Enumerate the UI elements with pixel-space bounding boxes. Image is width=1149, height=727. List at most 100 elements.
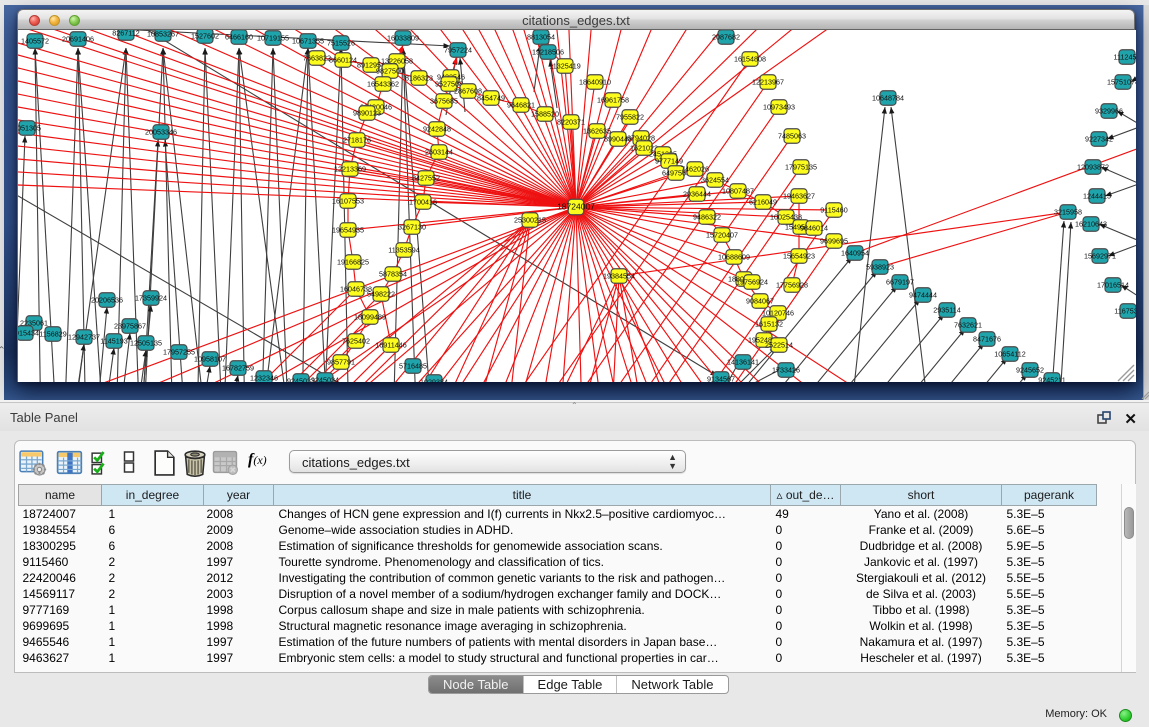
svg-text:16154808: 16154808 (734, 55, 766, 64)
svg-text:10807487: 10807487 (722, 187, 754, 196)
svg-text:1232346: 1232346 (250, 374, 278, 382)
svg-text:2087682: 2087682 (712, 33, 740, 42)
svg-text:3267130: 3267130 (398, 223, 426, 232)
svg-text:1112456: 1112456 (1114, 53, 1136, 62)
svg-text:18640910: 18640910 (579, 78, 611, 87)
svg-text:9084067: 9084067 (746, 297, 774, 306)
svg-text:11325419: 11325419 (549, 62, 580, 71)
svg-text:15751074: 15751074 (1107, 78, 1136, 87)
svg-text:14136141: 14136141 (727, 358, 759, 367)
svg-text:1700416: 1700416 (409, 198, 437, 207)
svg-text:5938923: 5938923 (866, 263, 894, 272)
svg-text:1405572: 1405572 (21, 37, 49, 46)
svg-text:23975867: 23975867 (114, 322, 146, 331)
svg-text:12093872: 12093872 (1077, 163, 1109, 172)
svg-text:3215958: 3215958 (1054, 208, 1082, 217)
svg-text:1527602: 1527602 (191, 32, 219, 41)
svg-text:8471676: 8471676 (973, 335, 1001, 344)
svg-text:8813054: 8813054 (527, 33, 555, 42)
svg-text:16543362: 16543362 (367, 80, 399, 89)
svg-text:6216049: 6216049 (749, 198, 777, 207)
svg-text:25300215: 25300215 (514, 216, 546, 225)
svg-text:16033809: 16033809 (387, 34, 419, 43)
svg-text:10973493: 10973493 (763, 103, 795, 112)
svg-text:20691406: 20691406 (62, 35, 94, 44)
svg-text:10671355: 10671355 (292, 37, 324, 46)
svg-text:9827500: 9827500 (376, 67, 404, 76)
svg-text:16210643: 16210643 (1075, 220, 1107, 229)
svg-text:8454749: 8454749 (477, 94, 505, 103)
svg-text:19654935: 19654935 (332, 226, 364, 235)
svg-text:11353594: 11353594 (388, 246, 419, 255)
svg-text:10719155: 10719155 (257, 34, 289, 43)
svg-text:9242848: 9242848 (423, 125, 451, 134)
svg-text:2051305: 2051305 (18, 124, 41, 133)
svg-text:19756924: 19756924 (736, 278, 768, 287)
svg-text:20206536: 20206536 (91, 296, 123, 305)
svg-text:16961758: 16961758 (597, 96, 629, 105)
svg-text:9245652: 9245652 (1016, 366, 1044, 375)
svg-text:9857791: 9857791 (327, 358, 355, 367)
svg-text:12942737: 12942737 (68, 333, 100, 342)
svg-text:15720407: 15720407 (706, 231, 738, 240)
svg-text:17957255: 17957255 (163, 348, 195, 357)
svg-text:10853267: 10853267 (147, 30, 179, 39)
svg-text:8267112: 8267112 (112, 30, 139, 38)
svg-text:7625402: 7625402 (342, 337, 370, 346)
svg-text:8186323: 8186323 (405, 74, 433, 83)
svg-text:17016514: 17016514 (1097, 281, 1129, 290)
svg-text:5498222: 5498222 (367, 290, 395, 299)
svg-text:17359924: 17359924 (135, 294, 167, 303)
svg-text:1588520: 1588520 (531, 110, 559, 119)
svg-text:19166825: 19166825 (337, 258, 369, 267)
svg-text:8427552: 8427552 (412, 174, 440, 183)
svg-text:1167535: 1167535 (1114, 307, 1136, 316)
svg-text:7462026: 7462026 (681, 165, 709, 174)
svg-text:1733426: 1733426 (772, 366, 800, 375)
svg-text:12505135: 12505135 (130, 339, 162, 348)
svg-text:6679197: 6679197 (886, 278, 914, 287)
svg-text:18099489: 18099489 (354, 313, 386, 322)
svg-text:7515526: 7515526 (327, 39, 355, 48)
svg-text:6466160: 6466160 (225, 33, 253, 42)
svg-text:15654923: 15654923 (783, 252, 815, 261)
svg-text:7485063: 7485063 (778, 132, 806, 141)
svg-text:19218506: 19218506 (532, 48, 564, 57)
svg-text:3624554: 3624554 (701, 176, 729, 185)
svg-text:1145193: 1145193 (100, 337, 127, 346)
svg-text:2936444: 2936444 (683, 190, 711, 199)
svg-text:8660124: 8660124 (329, 56, 357, 65)
svg-text:2935114: 2935114 (933, 306, 960, 315)
svg-text:1615132: 1615132 (755, 320, 783, 329)
svg-text:3675685: 3675685 (430, 97, 458, 106)
svg-text:19384554: 19384554 (603, 272, 635, 281)
svg-text:16107553: 16107553 (332, 197, 364, 206)
svg-text:7957224: 7957224 (444, 46, 472, 55)
svg-text:9115460: 9115460 (820, 206, 847, 215)
svg-text:9699695: 9699695 (820, 237, 848, 246)
svg-text:9890123: 9890123 (353, 109, 381, 118)
svg-text:16911446: 16911446 (375, 341, 406, 350)
svg-text:7632621: 7632621 (954, 321, 982, 330)
svg-text:9474444: 9474444 (909, 291, 937, 300)
svg-text:12213369: 12213369 (334, 165, 366, 174)
svg-text:9245211: 9245211 (1038, 376, 1065, 382)
svg-text:2718176: 2718176 (343, 136, 371, 145)
svg-text:7663822: 7663822 (303, 54, 331, 63)
svg-text:5716485: 5716485 (399, 362, 427, 371)
svg-text:20053346: 20053346 (145, 128, 177, 137)
svg-text:1156829: 1156829 (39, 330, 66, 339)
svg-text:1029384: 1029384 (420, 378, 448, 382)
svg-text:9227342: 9227342 (1085, 135, 1113, 144)
svg-text:19463627: 19463627 (783, 192, 815, 201)
svg-text:10654112: 10654112 (994, 350, 1025, 359)
svg-text:1244415: 1244415 (1083, 192, 1111, 201)
svg-text:18724007: 18724007 (557, 202, 595, 212)
svg-text:9329966: 9329966 (1095, 107, 1123, 116)
svg-text:9777149: 9777149 (655, 157, 683, 166)
svg-text:12213967: 12213967 (752, 78, 784, 87)
svg-text:3915434: 3915434 (18, 329, 39, 338)
svg-text:9486322: 9486322 (693, 213, 721, 222)
svg-text:17975135: 17975135 (785, 163, 817, 172)
svg-text:17756928: 17756928 (776, 281, 808, 290)
